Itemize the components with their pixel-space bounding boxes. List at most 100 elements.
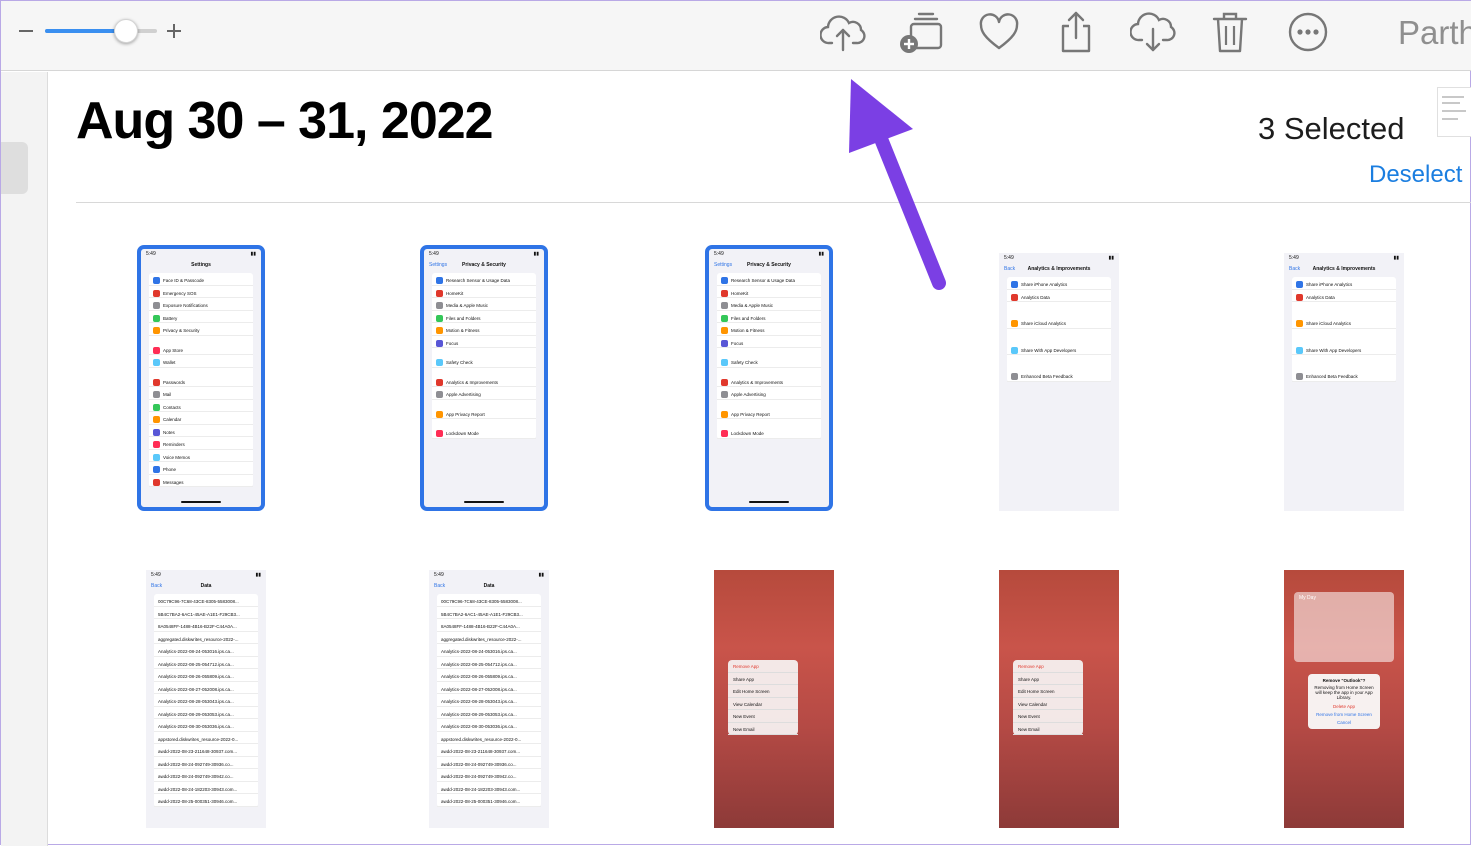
list-item: Motion & Fitness: [432, 323, 536, 336]
list-item: Analytics-2022-08-29-053053.ips.ca...: [437, 707, 541, 719]
list-item: HomeKit: [432, 286, 536, 298]
list-item: Analytics-2022-08-25-054712.ips.ca...: [154, 657, 258, 669]
sidebar-toggle[interactable]: [1, 142, 28, 194]
list-item: HomeKit: [717, 286, 821, 298]
list-item: Analytics-2022-08-25-054712.ips.ca...: [437, 657, 541, 669]
list-item: Voice Memos: [149, 450, 253, 462]
list-item: Research Sensor & Usage Data: [432, 273, 536, 286]
list-item: Analytics-2022-08-27-052008.ips.ca...: [437, 682, 541, 694]
list-item: awdd-2022-08-25-000351-30946.com...: [154, 794, 258, 807]
list-item: awdd-2022-08-25-000351-30946.com...: [437, 794, 541, 807]
list-item: Files and Folders: [432, 311, 536, 323]
list-item: Reminders: [149, 437, 253, 450]
photo-thumbnail[interactable]: 5:49 ▮▮ Back Analytics & Improvements Shar…: [999, 253, 1119, 511]
list-item: Mail: [149, 387, 253, 400]
context-menu-item: View Calendar: [1013, 698, 1083, 710]
photo-thumbnail[interactable]: Remove App Share App Edit Home Screen View …: [714, 570, 834, 828]
list-item: Safety Check: [432, 355, 536, 368]
list-item: 00C79C96-7C68-43CE-8305-5583008...: [437, 594, 541, 607]
zoom-slider-thumb[interactable]: [113, 19, 138, 43]
annotation-arrow: [849, 79, 946, 290]
list-item: awdd-2022-08-24-092749-30942.co...: [437, 769, 541, 782]
list-item: aggregated.diskwrites_resource-2022-...: [154, 632, 258, 644]
list-item: awdd-2022-08-24-092749-30942.co...: [154, 769, 258, 782]
more-icon[interactable]: [1284, 9, 1332, 55]
photo-thumbnail[interactable]: My Day Remove "Outlook"? Removing from H…: [1284, 570, 1404, 828]
context-menu-item: Share App: [1013, 673, 1083, 685]
list-item: Notes: [149, 425, 253, 437]
list-item: Apple Advertising: [432, 387, 536, 400]
list-item: App Store: [149, 343, 253, 355]
date-range-title: Aug 30 – 31, 2022: [76, 92, 494, 150]
list-item: aggregated.diskwrites_resource-2022-...: [437, 632, 541, 644]
list-item: Phone: [149, 462, 253, 475]
list-item: awdd-2022-08-24-182203-30943.com...: [437, 782, 541, 794]
photo-thumbnail[interactable]: 5:49 ▮▮ Settings Privacy & Security Resear…: [420, 245, 548, 511]
list-item: Apple Advertising: [717, 387, 821, 400]
list-item: Lockdown Mode: [717, 426, 821, 439]
list-item: Lockdown Mode: [432, 426, 536, 439]
sidebar: [1, 72, 48, 846]
list-item: awdd-2022-08-23-211648-30937.com...: [154, 744, 258, 757]
download-cloud-icon[interactable]: [1129, 9, 1177, 55]
context-menu-item: New Email: [1013, 723, 1083, 735]
photo-thumbnail[interactable]: 5:49 ▮▮ Settings Face ID & Passcode Emerge…: [137, 245, 265, 511]
list-item: appstored.diskwrites_resource-2022-0...: [437, 732, 541, 744]
photo-thumbnail[interactable]: Remove App Share App Edit Home Screen View …: [999, 570, 1119, 828]
list-item: Messages: [149, 475, 253, 487]
list-item: Analytics-2022-08-29-053053.ips.ca...: [154, 707, 258, 719]
list-item: Analytics-2022-08-24-053016.ips.ca...: [437, 644, 541, 657]
context-menu-item: Remove App: [1013, 660, 1083, 673]
list-item: 8A0548FF-1488-4B16-B22F-C44A0A...: [437, 619, 541, 632]
list-item: Contacts: [149, 400, 253, 412]
selected-count: 3 Selected: [1258, 111, 1405, 146]
context-menu-item: Edit Home Screen: [728, 685, 798, 698]
list-item: Research Sensor & Usage Data: [717, 273, 821, 286]
list-item: 5B4C7BA2-6AC1-45AE-A1E1-F29CB3...: [437, 607, 541, 619]
list-item: Analytics-2022-08-30-053036.ips.ca...: [154, 719, 258, 732]
zoom-out-icon[interactable]: [17, 22, 35, 40]
share-with-label[interactable]: Parth: [1398, 14, 1471, 52]
upload-cloud-icon[interactable]: [819, 9, 867, 55]
list-item: Battery: [149, 311, 253, 323]
list-item: Analytics-2022-08-26-055809.ips.ca...: [437, 669, 541, 682]
photo-thumbnail[interactable]: 5:49 ▮▮ Back Analytics & Improvements Shar…: [1284, 253, 1404, 511]
list-item: Privacy & Security: [149, 323, 253, 336]
heart-icon[interactable]: [975, 9, 1023, 55]
list-item: Focus: [432, 336, 536, 348]
list-item: Focus: [717, 336, 821, 348]
add-to-album-icon[interactable]: [897, 9, 945, 55]
list-item: App Privacy Report: [717, 407, 821, 419]
list-item: Share iPhone Analytics: [1292, 277, 1396, 290]
list-item: awdd-2022-08-24-092749-30936.co...: [437, 757, 541, 769]
zoom-in-icon[interactable]: [165, 22, 183, 40]
list-item: Analytics & Improvements: [717, 375, 821, 387]
context-menu-item: View Calendar: [728, 698, 798, 710]
list-item: Analytics Data: [1292, 290, 1396, 302]
photo-thumbnail[interactable]: 5:49 ▮▮ Back Data 00C79C96-7C68-43CE-8305-…: [146, 570, 266, 828]
context-menu-item: Remove App: [728, 660, 798, 673]
list-item: Analytics-2022-08-28-053043.ips.ca...: [154, 694, 258, 707]
list-item: Calendar: [149, 412, 253, 425]
trash-icon[interactable]: [1206, 9, 1254, 55]
list-item: Analytics-2022-08-30-053036.ips.ca...: [437, 719, 541, 732]
partial-preview-thumbnail[interactable]: [1437, 87, 1471, 137]
list-item: Motion & Fitness: [717, 323, 821, 336]
list-item: 8A0548FF-1488-4B16-B22F-C44A0A...: [154, 619, 258, 632]
list-item: Wallet: [149, 355, 253, 368]
context-menu-item: Edit Home Screen: [1013, 685, 1083, 698]
photo-thumbnail[interactable]: 5:49 ▮▮ Back Data 00C79C96-7C68-43CE-8305-…: [429, 570, 549, 828]
context-menu-item: Share App: [728, 673, 798, 685]
list-item: Analytics-2022-08-28-053043.ips.ca...: [437, 694, 541, 707]
zoom-slider[interactable]: [45, 29, 157, 33]
list-item: Share With App Developers: [1292, 343, 1396, 355]
toolbar: Parth: [1, 1, 1471, 71]
deselect-button[interactable]: Deselect: [1369, 161, 1462, 189]
list-item: Share iPhone Analytics: [1007, 277, 1111, 290]
photos-window: Parth Aug 30 – 31, 2022 3 Selected Desel…: [0, 0, 1471, 846]
list-item: App Privacy Report: [432, 407, 536, 419]
list-item: Media & Apple Music: [432, 298, 536, 311]
list-item: Safety Check: [717, 355, 821, 368]
photo-thumbnail[interactable]: 5:49 ▮▮ Settings Privacy & Security Resear…: [705, 245, 833, 511]
share-icon[interactable]: [1052, 9, 1100, 55]
